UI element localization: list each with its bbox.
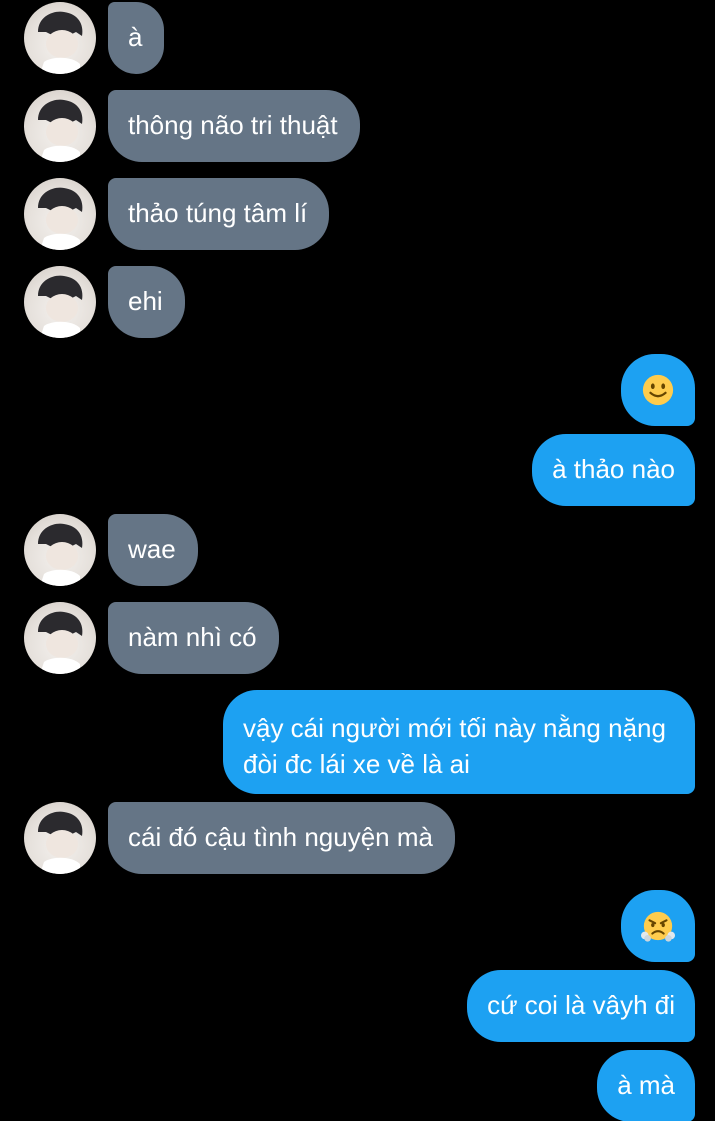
message-text: à mà [617,1070,675,1100]
contact-avatar[interactable] [24,90,96,162]
slightly-smiling-face-icon [642,374,674,406]
message-text: nàm nhì có [128,622,257,652]
outgoing-message[interactable] [621,354,695,426]
outgoing-message[interactable]: à thảo nào [532,434,695,506]
avatar-photo-icon [38,275,83,338]
avatar-photo-icon [38,611,83,674]
avatar-photo-icon [38,811,83,874]
message-text: vậy cái người mới tối này nằng nặng đòi … [243,713,666,779]
contact-avatar[interactable] [24,2,96,74]
outgoing-message[interactable] [621,890,695,962]
message-text: ehi [128,286,163,316]
avatar-photo-icon [38,11,83,74]
avatar-photo-icon [38,523,83,586]
message-text: à thảo nào [552,454,675,484]
incoming-message[interactable]: wae [108,514,198,586]
outgoing-message[interactable]: vậy cái người mới tối này nằng nặng đòi … [223,690,695,794]
contact-avatar[interactable] [24,802,96,874]
incoming-message[interactable]: nàm nhì có [108,602,279,674]
message-text: cứ coi là vâyh đi [487,990,675,1020]
message-text: thảo túng tâm lí [128,198,308,228]
incoming-message[interactable]: thảo túng tâm lí [108,178,330,250]
avatar-photo-icon [38,187,83,250]
message-text: cái đó cậu tình nguyện mà [128,822,433,852]
message-text: thông não tri thuật [128,110,338,140]
contact-avatar[interactable] [24,514,96,586]
face-with-steam-icon [641,911,675,942]
message-text: wae [128,534,176,564]
avatar-photo-icon [38,99,83,162]
contact-avatar[interactable] [24,266,96,338]
outgoing-message[interactable]: cứ coi là vâyh đi [467,970,695,1042]
incoming-message[interactable]: à [108,2,165,74]
contact-avatar[interactable] [24,602,96,674]
outgoing-message[interactable]: à mà [597,1050,695,1121]
incoming-message[interactable]: ehi [108,266,185,338]
contact-avatar[interactable] [24,178,96,250]
chat-thread: à thông não tri thuật thảo túng tâm lí e… [0,0,715,1121]
incoming-message[interactable]: cái đó cậu tình nguyện mà [108,802,455,874]
incoming-message[interactable]: thông não tri thuật [108,90,360,162]
message-text: à [128,22,143,52]
